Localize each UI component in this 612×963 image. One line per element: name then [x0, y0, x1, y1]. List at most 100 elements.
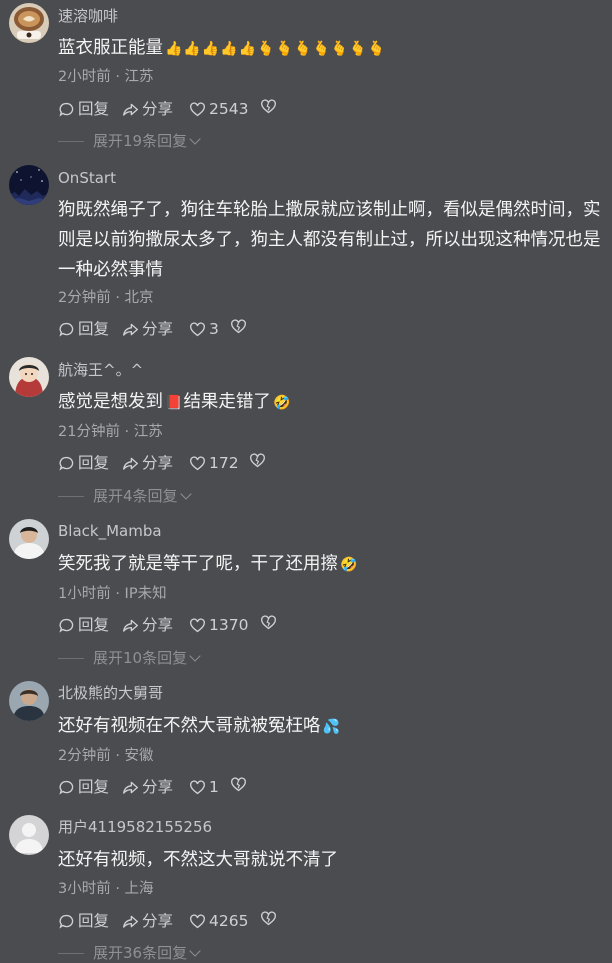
heart-icon: [190, 455, 205, 470]
book-emoji: 📕: [165, 395, 184, 411]
divider: [58, 952, 84, 954]
broken-heart-icon: [261, 99, 276, 114]
reply-button[interactable]: 回复: [58, 452, 109, 474]
reply-bubble-icon: [59, 618, 74, 633]
share-button[interactable]: 分享: [122, 452, 173, 474]
sweat-drops-emoji: 💦: [322, 719, 341, 735]
avatar[interactable]: [9, 681, 49, 721]
comment-text: 笑死我了就是等干了呢，干了还用擦 🤣: [58, 549, 603, 580]
default-user-avatar-icon: [9, 815, 49, 855]
share-label: 分享: [142, 778, 174, 796]
reply-label: 回复: [78, 454, 110, 472]
heart-icon: [190, 779, 205, 794]
dislike-button[interactable]: [230, 776, 247, 793]
time-location: 2小时前 · 江苏: [58, 69, 154, 85]
reply-button[interactable]: 回复: [58, 910, 109, 932]
broken-heart-icon: [250, 453, 265, 468]
comment-body-continued: 结果走错了: [183, 392, 271, 412]
avatar[interactable]: [9, 165, 49, 205]
avatar[interactable]: [9, 357, 49, 397]
like-button[interactable]: 2543: [189, 98, 248, 120]
dislike-button[interactable]: [249, 452, 266, 469]
like-button[interactable]: 172: [189, 452, 239, 474]
comment-text: 狗既然绳子了，狗往车轮胎上撒尿就应该制止啊，看似是偶然时间，实则是以前狗撒尿太多…: [58, 200, 601, 280]
divider: [58, 495, 84, 497]
username[interactable]: 用户4119582155256: [58, 817, 212, 837]
expand-replies[interactable]: 展开19条回复: [58, 131, 201, 151]
dislike-button[interactable]: [260, 98, 277, 115]
reply-label: 回复: [78, 100, 110, 118]
share-label: 分享: [142, 912, 174, 930]
share-arrow-icon: [123, 619, 138, 632]
username[interactable]: OnStart: [58, 168, 116, 188]
share-arrow-icon: [123, 781, 138, 794]
person-photo-avatar-icon: [9, 519, 49, 559]
like-count: 1: [209, 778, 219, 796]
reply-label: 回复: [78, 320, 110, 338]
avatar[interactable]: [9, 815, 49, 855]
comment-body: 笑死我了就是等干了呢，干了还用擦: [58, 554, 338, 574]
reply-button[interactable]: 回复: [58, 614, 109, 636]
reply-bubble-icon: [59, 914, 74, 929]
share-arrow-icon: [123, 323, 138, 336]
reply-label: 回复: [78, 616, 110, 634]
like-count: 4265: [209, 912, 249, 930]
broken-heart-icon: [261, 911, 276, 926]
share-button[interactable]: 分享: [122, 614, 173, 636]
share-arrow-icon: [123, 915, 138, 928]
share-button[interactable]: 分享: [122, 776, 173, 798]
share-button[interactable]: 分享: [122, 98, 173, 120]
broken-heart-icon: [261, 615, 276, 630]
share-arrow-icon: [123, 103, 138, 116]
comment-body: 还好有视频在不然大哥就被冤枉咯: [58, 716, 321, 736]
like-count: 172: [209, 454, 239, 472]
like-button[interactable]: 3: [189, 318, 219, 340]
divider: [58, 657, 84, 659]
dislike-button[interactable]: [260, 910, 277, 927]
like-button[interactable]: 1370: [189, 614, 248, 636]
heart-icon: [190, 321, 205, 336]
time-location: 21分钟前 · 江苏: [58, 424, 163, 440]
heart-icon: [190, 101, 205, 116]
share-button[interactable]: 分享: [122, 318, 173, 340]
reply-button[interactable]: 回复: [58, 776, 109, 798]
username[interactable]: 航海王^。^: [58, 360, 143, 380]
share-label: 分享: [142, 100, 174, 118]
expand-label: 展开19条回复: [93, 132, 188, 150]
time-location: 2分钟前 · 安徽: [58, 748, 154, 764]
chevron-down-icon: [179, 487, 192, 500]
expand-label: 展开36条回复: [93, 944, 188, 962]
divider: [58, 140, 84, 142]
chevron-down-icon: [189, 132, 201, 145]
heart-icon: [190, 617, 205, 632]
like-count: 3: [209, 320, 219, 338]
like-button[interactable]: 1: [189, 776, 219, 798]
time-location: 3小时前 · 上海: [58, 881, 154, 897]
username[interactable]: 速溶咖啡: [58, 6, 118, 26]
night-sky-avatar-icon: [9, 165, 49, 205]
like-button[interactable]: 4265: [189, 910, 248, 932]
reply-button[interactable]: 回复: [58, 98, 109, 120]
comment-text: 还好有视频在不然大哥就被冤枉咯 💦: [58, 711, 603, 742]
dislike-button[interactable]: [260, 614, 277, 631]
share-button[interactable]: 分享: [122, 910, 173, 932]
emoji-run: 👍👍👍👍👍🫰🫰🫰🫰🫰🫰🫰: [165, 41, 387, 57]
avatar[interactable]: [9, 3, 49, 43]
chevron-down-icon: [189, 649, 201, 662]
like-count: 2543: [209, 100, 249, 118]
reply-button[interactable]: 回复: [58, 318, 109, 340]
expand-replies[interactable]: 展开4条回复: [58, 486, 192, 506]
coffee-cup-avatar-icon: [9, 3, 49, 43]
reply-bubble-icon: [59, 456, 74, 471]
avatar[interactable]: [9, 519, 49, 559]
username[interactable]: Black_Mamba: [58, 521, 162, 541]
heart-icon: [190, 913, 205, 928]
username[interactable]: 北极熊的大舅哥: [58, 683, 163, 703]
expand-label: 展开10条回复: [93, 649, 188, 667]
dislike-button[interactable]: [230, 318, 247, 335]
anime-character-avatar-icon: [9, 357, 49, 397]
reply-label: 回复: [78, 778, 110, 796]
expand-replies[interactable]: 展开36条回复: [58, 943, 201, 963]
time-location: 1小时前 · IP未知: [58, 586, 167, 602]
expand-replies[interactable]: 展开10条回复: [58, 648, 201, 668]
